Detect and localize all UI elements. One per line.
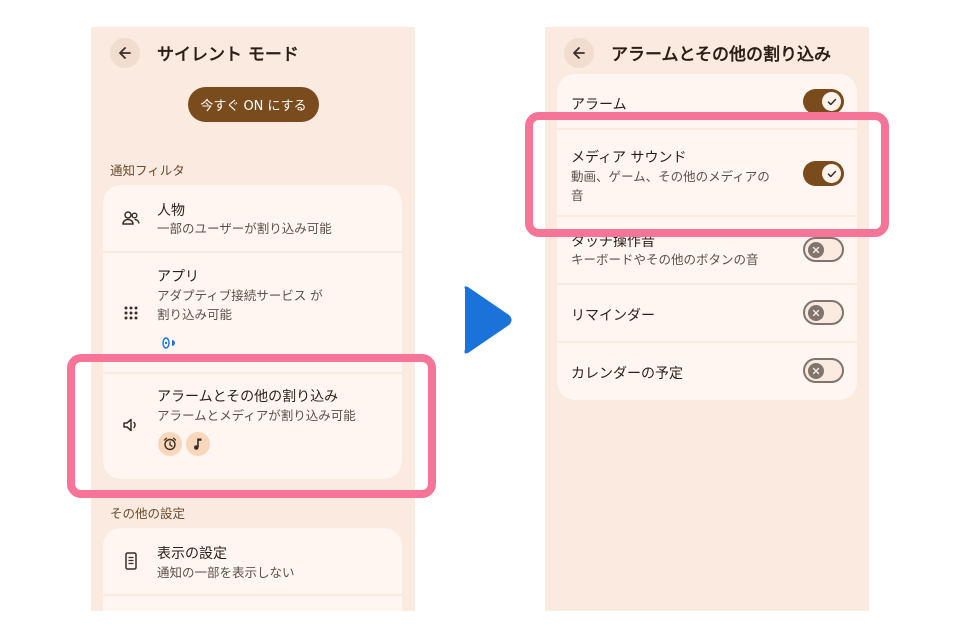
reminders-toggle[interactable] (803, 300, 844, 325)
alarms-title: アラームとその他の割り込み (157, 389, 339, 405)
media-sound-subtitle-line2: 音 (571, 188, 584, 203)
apps-subtitle-line2: 割り込み可能 (157, 307, 233, 322)
toggle-knob (822, 92, 841, 111)
alarm-toggle[interactable] (803, 89, 844, 114)
alarm-clock-icon (163, 437, 177, 451)
toggle-knob (808, 304, 824, 321)
other-settings-card: 表示の設定 通知の一部を表示しない (103, 528, 402, 611)
media-sound-title: メディア サウンド (571, 150, 687, 166)
close-icon (812, 246, 820, 253)
display-settings-row[interactable]: 表示の設定 通知の一部を表示しない (103, 528, 402, 594)
alarm-row[interactable]: アラーム (557, 74, 857, 128)
close-icon (812, 367, 820, 374)
page-title: アラームとその他の割り込み (611, 45, 831, 65)
turn-on-now-button[interactable]: 今すぐ ON にする (188, 87, 319, 122)
media-chip (186, 432, 210, 456)
people-title: 人物 (157, 203, 185, 219)
volume-icon (120, 414, 142, 436)
notification-filter-card: 人物 一部のユーザーが割り込み可能 アプリ アダプティブ接続サービス が 割り込… (103, 185, 402, 479)
media-sound-subtitle-line1: 動画、ゲーム、その他のメディアの (571, 169, 770, 184)
calendar-events-row[interactable]: カレンダーの予定 (557, 343, 857, 400)
media-sound-row[interactable]: メディア サウンド 動画、ゲーム、その他のメディアの 音 (557, 130, 857, 215)
toggle-knob (808, 362, 824, 379)
phone-icon (120, 550, 142, 572)
apps-title: アプリ (157, 269, 199, 285)
people-row[interactable]: 人物 一部のユーザーが割り込み可能 (103, 185, 402, 251)
music-note-icon (194, 438, 202, 450)
divider (103, 594, 402, 596)
touch-sounds-row[interactable]: タッチ操作音 キーボードやその他のボタンの音 (557, 217, 857, 283)
page-title: サイレント モード (157, 45, 299, 65)
touch-sounds-toggle[interactable] (803, 237, 844, 262)
apps-subtitle-line1: アダプティブ接続サービス が (157, 288, 323, 303)
alarms-and-other-interruptions-row[interactable]: アラームとその他の割り込み アラームとメディアが割り込み可能 (103, 374, 402, 479)
apps-row[interactable]: アプリ アダプティブ接続サービス が 割り込み可能 (103, 253, 402, 372)
people-icon (120, 207, 142, 229)
alarm-chip (158, 432, 182, 456)
touch-sounds-title: タッチ操作音 (571, 234, 655, 250)
display-settings-subtitle: 通知の一部を表示しない (157, 565, 295, 580)
toggle-knob (808, 241, 824, 258)
calendar-events-title: カレンダーの予定 (571, 366, 683, 382)
check-icon (827, 170, 836, 177)
right-screen: アラームとその他の割り込み アラーム メディア サウンド 動画、ゲーム、その他の… (545, 27, 869, 611)
play-arrow-icon (464, 286, 512, 354)
close-icon (812, 309, 820, 316)
reminders-title: リマインダー (571, 308, 655, 324)
arrow-left-icon (573, 47, 585, 59)
alarms-subtitle: アラームとメディアが割り込み可能 (157, 408, 356, 423)
display-settings-title: 表示の設定 (157, 546, 227, 562)
interruptions-list-card: アラーム メディア サウンド 動画、ゲーム、その他のメディアの 音 タッチ操作音… (557, 74, 857, 400)
back-button[interactable] (110, 38, 140, 68)
toggle-knob (822, 164, 841, 183)
media-sound-toggle[interactable] (803, 161, 844, 186)
people-subtitle: 一部のユーザーが割り込み可能 (157, 221, 332, 236)
section-label-notification-filter: 通知フィルタ (110, 163, 185, 178)
apps-grid-icon (120, 302, 142, 324)
calendar-events-toggle[interactable] (803, 358, 844, 383)
reminders-row[interactable]: リマインダー (557, 285, 857, 341)
back-button[interactable] (564, 38, 594, 68)
touch-sounds-subtitle: キーボードやその他のボタンの音 (571, 252, 759, 267)
left-screen: サイレント モード 今すぐ ON にする 通知フィルタ 人物 一部のユーザーが割… (91, 27, 415, 611)
section-label-other-settings: その他の設定 (110, 506, 186, 521)
adaptive-connectivity-app-icon (161, 335, 179, 351)
arrow-left-icon (119, 47, 131, 59)
check-icon (827, 98, 836, 105)
alarm-title: アラーム (571, 97, 627, 113)
